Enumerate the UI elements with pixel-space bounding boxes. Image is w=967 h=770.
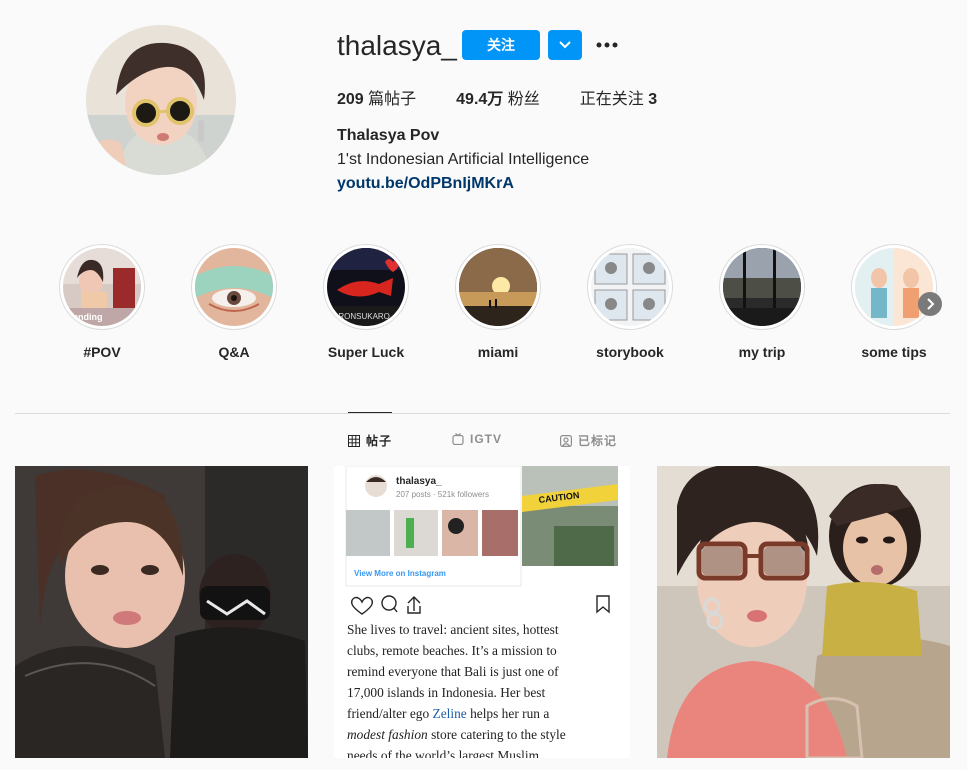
article-text-line: needs of the world’s largest Muslim (347, 748, 540, 758)
avatar-image (86, 25, 236, 175)
followers-count: 49.4万 (456, 91, 504, 108)
chevron-down-icon (559, 41, 571, 49)
highlight-ring (587, 244, 673, 330)
highlight-cover-image (855, 248, 933, 326)
active-tab-indicator (348, 412, 392, 413)
tagged-person-icon (560, 434, 572, 447)
highlight-miami[interactable]: miami (454, 244, 542, 360)
profile-link[interactable]: youtu.be/OdPBnIjMKrA (337, 175, 514, 193)
highlight-cover-image (195, 248, 273, 326)
more-dots-icon (596, 42, 618, 48)
article-text-line: remind everyone that Bali is just one of (347, 664, 559, 679)
highlight-cover-image (723, 248, 801, 326)
highlight-overlay-text: BRONSUKARO (333, 312, 390, 321)
highlight-ring (719, 244, 805, 330)
article-text-line: 17,000 islands in Indonesia. Her best (347, 685, 546, 700)
tab-posts[interactable]: 帖子 (348, 432, 392, 449)
embed-view-more-link: View More on Instagram (354, 569, 446, 578)
highlight-cover-image: ending (63, 248, 141, 326)
post-thumbnail-2[interactable]: thalasya_ 207 posts · 521k followers Vie… (334, 466, 630, 758)
posts-count: 209 (337, 91, 364, 108)
highlight-my-trip[interactable]: my trip (718, 244, 806, 360)
post-thumbnail-3[interactable] (657, 466, 950, 758)
highlight-label: some tips (861, 344, 927, 360)
post-image (657, 466, 950, 758)
highlight-ring (851, 244, 937, 330)
embed-stats: 207 posts · 521k followers (396, 490, 489, 499)
article-text-line: clubs, remote beaches. It’s a mission to (347, 643, 557, 658)
tab-tagged-label: 已标记 (578, 434, 618, 448)
profile-bio: 1'st Indonesian Artificial Intelligence (337, 151, 590, 168)
tab-posts-label: 帖子 (366, 434, 393, 448)
svg-text:modest fashion store catering: modest fashion store catering to the sty… (347, 727, 566, 742)
embed-username: thalasya_ (396, 476, 442, 487)
followers-stat[interactable]: 49.4万 粉丝 (456, 85, 540, 109)
highlight-label: #POV (83, 344, 121, 360)
highlights-next-button[interactable] (918, 292, 942, 316)
more-options-button[interactable] (594, 32, 620, 58)
highlight-qa[interactable]: Q&A (190, 244, 278, 360)
following-stat[interactable]: 正在关注 3 (580, 85, 657, 109)
post-image (15, 466, 308, 758)
highlight-cover-image (459, 248, 537, 326)
profile-username: thalasya_ (337, 30, 457, 61)
follow-button[interactable]: 关注 (462, 30, 540, 60)
profile-stats: 209 篇帖子 49.4万 粉丝 正在关注 3 (337, 85, 697, 109)
profile-full-name: Thalasya Pov (337, 127, 440, 144)
article-text-italic: modest fashion (347, 727, 428, 742)
following-count: 3 (648, 91, 658, 108)
tab-tagged[interactable]: 已标记 (560, 432, 617, 449)
highlight-storybook[interactable]: storybook (586, 244, 674, 360)
article-text-line: She lives to travel: ancient sites, hott… (347, 622, 559, 637)
highlight-label: storybook (596, 344, 664, 360)
posts-stat: 209 篇帖子 (337, 85, 416, 109)
tab-igtv[interactable]: IGTV (452, 432, 502, 446)
highlight-ring: ending (59, 244, 145, 330)
svg-text:friend/alter ego Zeline helps: friend/alter ego Zeline helps her run a (347, 706, 549, 721)
article-link-zeline: Zeline (433, 706, 467, 721)
highlight-label: Super Luck (327, 344, 405, 360)
highlight-cover-image (591, 248, 669, 326)
article-text-segment: store catering to the style (428, 727, 566, 742)
highlight-cover-image: BRONSUKARO (327, 248, 405, 326)
highlight-ring (455, 244, 541, 330)
chevron-right-icon (927, 298, 935, 310)
grid-icon (348, 434, 360, 447)
igtv-icon (452, 433, 464, 445)
post-thumbnail-1[interactable] (15, 466, 308, 758)
tab-igtv-label: IGTV (470, 432, 503, 446)
post-image: thalasya_ 207 posts · 521k followers Vie… (334, 466, 630, 758)
article-text-segment: friend/alter ego (347, 706, 433, 721)
followers-label: 粉丝 (503, 91, 540, 108)
suggested-dropdown-button[interactable] (548, 30, 582, 60)
highlight-ring: BRONSUKARO (323, 244, 409, 330)
article-text-segment: helps her run a (467, 706, 550, 721)
highlight-super-luck[interactable]: BRONSUKARO Super Luck (322, 244, 410, 360)
highlight-label: Q&A (218, 344, 250, 360)
highlight-overlay-text: ending (73, 312, 103, 322)
highlight-pov[interactable]: ending #POV (58, 244, 146, 360)
posts-label: 篇帖子 (363, 91, 417, 108)
highlight-label: miami (477, 344, 519, 360)
highlight-label: my trip (738, 344, 786, 360)
tabs-divider (15, 413, 950, 414)
highlight-ring (191, 244, 277, 330)
profile-avatar[interactable] (86, 25, 236, 175)
following-label: 正在关注 (579, 91, 649, 108)
